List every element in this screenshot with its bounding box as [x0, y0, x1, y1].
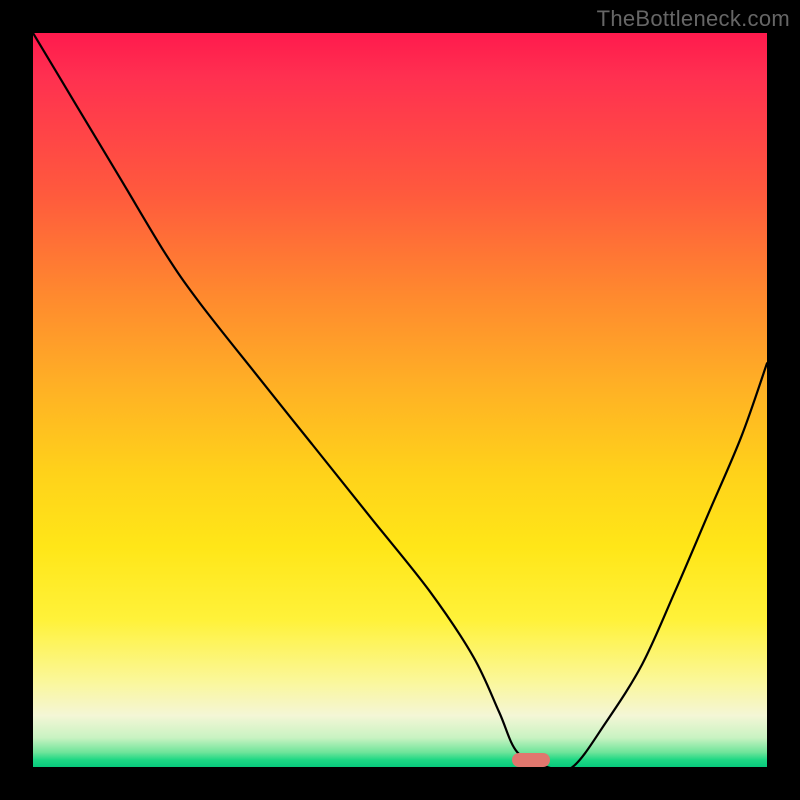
bottleneck-curve — [33, 33, 767, 767]
watermark-text: TheBottleneck.com — [597, 6, 790, 32]
plot-area — [33, 33, 767, 767]
optimal-marker — [512, 753, 550, 767]
chart-frame: TheBottleneck.com — [0, 0, 800, 800]
